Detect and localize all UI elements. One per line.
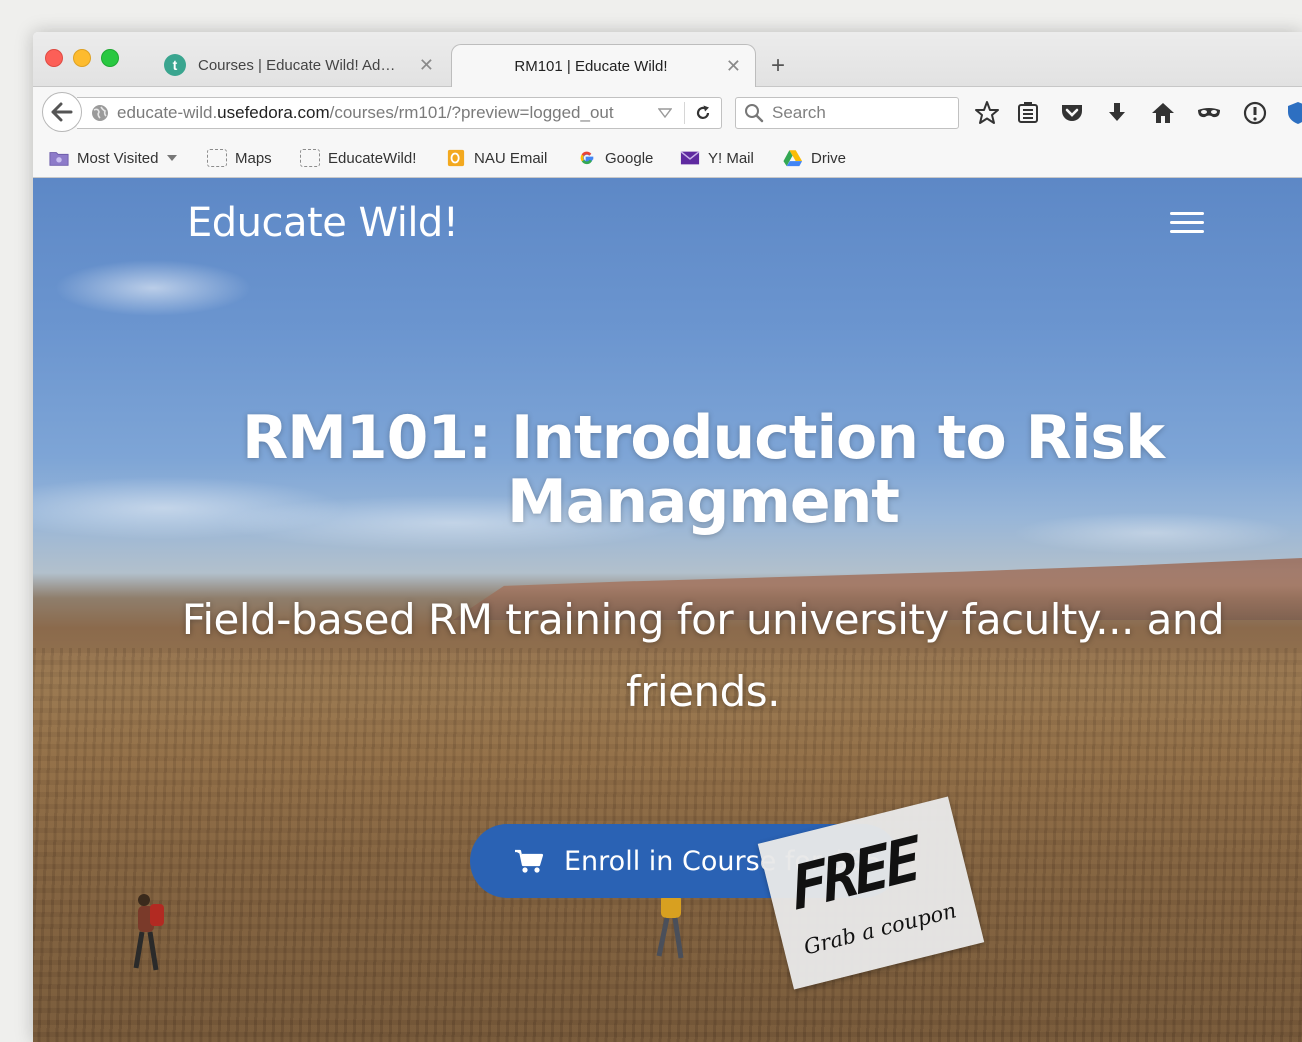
bookmark-maps[interactable]: Maps [207,148,272,168]
back-button[interactable] [42,92,82,132]
close-tab-icon[interactable]: ✕ [419,55,434,76]
dotted-page-icon [207,149,227,167]
private-mask-icon[interactable] [1196,100,1222,126]
shield-icon[interactable] [1285,100,1302,126]
outlook-icon [447,149,465,167]
course-title: RM101: Introduction to Risk Managment [241,403,1165,537]
url-bar[interactable]: educate-wild.usefedora.com/courses/rm101… [77,97,722,129]
url-text[interactable]: educate-wild.usefedora.com/courses/rm101… [117,103,652,123]
back-arrow-icon [51,102,73,122]
bookmark-label: EducateWild! [328,149,417,167]
bookmark-label: Drive [811,149,847,167]
close-window-button[interactable] [45,49,63,67]
tab-title: RM101 | Educate Wild! [514,57,668,75]
bookmark-y-mail[interactable]: Y! Mail [680,148,754,168]
tab-title: Courses | Educate Wild! Ad… [198,56,396,74]
bookmark-most-visited[interactable]: Most Visited [49,148,178,168]
info-icon[interactable] [1242,100,1268,126]
site-brand-link[interactable]: Educate Wild! [187,200,459,246]
course-landing-page: Educate Wild! RM101: Introduction to Ris… [33,178,1302,1042]
url-history-dropdown-icon[interactable] [658,108,672,118]
tab-rm101[interactable]: RM101 | Educate Wild! ✕ [451,44,756,87]
search-bar[interactable]: Search [735,97,959,129]
bookmark-google[interactable]: Google [577,148,653,168]
reload-button[interactable] [685,98,721,128]
bookmark-label: Google [605,149,654,167]
hamburger-menu-icon[interactable] [1170,212,1204,236]
dotted-page-icon [300,149,320,167]
hiker-figure [133,894,164,971]
reading-list-icon[interactable] [1015,100,1041,126]
teachable-favicon-icon: t [164,54,186,76]
new-tab-button[interactable]: + [771,52,785,80]
search-input[interactable]: Search [772,103,826,123]
bookmarks-toolbar: Most Visited Maps EducateWild! NAU Email [33,139,1302,178]
tab-courses[interactable]: t Courses | Educate Wild! Ad… ✕ [154,44,444,86]
bookmark-label: NAU Email [474,149,548,167]
bookmark-drive[interactable]: Drive [783,148,846,168]
bookmark-educatewild[interactable]: EducateWild! [300,148,416,168]
bookmark-label: Y! Mail [708,149,754,167]
bookmark-label: Most Visited [77,149,159,167]
globe-icon [92,105,108,121]
mail-icon [680,151,700,165]
google-icon [580,151,594,165]
close-tab-icon[interactable]: ✕ [726,56,741,77]
bookmark-nau-email[interactable]: NAU Email [446,148,547,168]
shopping-cart-icon [515,849,544,873]
bookmark-label: Maps [235,149,272,167]
reload-icon [696,105,710,119]
minimize-window-button[interactable] [73,49,91,67]
star-icon[interactable] [974,100,1000,126]
chevron-down-icon [167,155,178,161]
drive-icon [783,150,803,167]
navigation-bar: educate-wild.usefedora.com/courses/rm101… [33,87,1302,139]
download-icon[interactable] [1104,100,1130,126]
coupon-headline: FREE [787,824,922,925]
zoom-window-button[interactable] [101,49,119,67]
course-subtitle: Field-based RM training for university f… [181,595,1225,716]
folder-icon [49,152,69,166]
tab-strip: t Courses | Educate Wild! Ad… ✕ RM101 | … [33,32,1302,87]
pocket-icon[interactable] [1059,100,1085,126]
browser-window: t Courses | Educate Wild! Ad… ✕ RM101 | … [33,32,1302,1042]
search-icon [745,104,764,123]
home-icon[interactable] [1150,100,1176,126]
